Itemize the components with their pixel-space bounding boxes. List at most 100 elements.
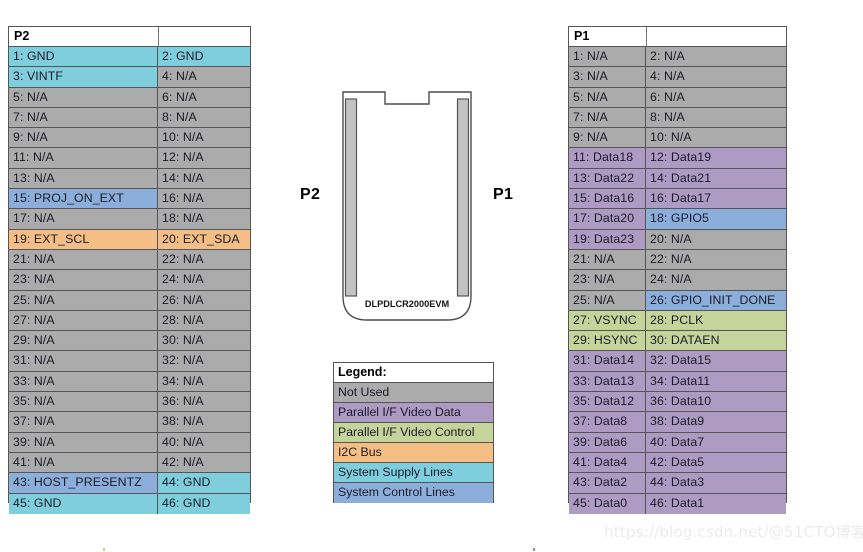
pin-cell-even: 28: PCLK	[646, 310, 786, 331]
pin-cell-odd: 37: Data8	[569, 412, 646, 432]
pin-cell-odd: 41: Data4	[569, 452, 646, 473]
pin-cell-odd: 15: PROJ_ON_EXT	[9, 189, 158, 209]
pin-row: 11: N/A 12: N/A	[9, 148, 250, 169]
pin-cell-even: 28: N/A	[158, 310, 250, 331]
pin-cell-even: 8: N/A	[646, 107, 786, 128]
board-p2-label: P2	[300, 186, 321, 203]
pin-cell-odd: 35: Data12	[569, 392, 646, 412]
pin-cell-odd: 15: Data16	[569, 189, 646, 209]
pin-cell-even: 42: Data5	[646, 452, 786, 473]
pin-row: 9: N/A 10: N/A	[569, 128, 786, 149]
pin-cell-even: 22: N/A	[158, 249, 250, 270]
pin-cell-even: 38: N/A	[158, 412, 250, 432]
pin-row: 33: Data13 34: Data11	[569, 371, 786, 393]
pin-row: 23: N/A 24: N/A	[9, 270, 250, 291]
pin-row: 25: N/A 26: GPIO_INIT_DONE	[569, 290, 786, 311]
pin-cell-odd: 13: N/A	[9, 168, 158, 189]
pin-cell-odd: 21: N/A	[9, 249, 158, 270]
pin-row: 23: N/A 24: N/A	[569, 270, 786, 291]
pin-cell-odd: 11: Data18	[569, 148, 646, 168]
p2-row-list: 1: GND 2: GND 3: VINTF 4: N/A 5: N/A 6: N/A 7:…	[9, 47, 250, 514]
pin-cell-odd: 31: Data14	[569, 351, 646, 371]
pin-row: 27: VSYNC 28: PCLK	[569, 310, 786, 332]
legend-item: Not Used	[334, 383, 493, 403]
pin-cell-even: 12: N/A	[158, 148, 250, 168]
pin-cell-odd: 19: EXT_SCL	[9, 229, 158, 249]
artifact-speck-right	[533, 548, 535, 551]
pin-cell-even: 2: GND	[158, 47, 250, 67]
artifact-speck-left	[103, 548, 105, 551]
pin-cell-odd: 33: Data13	[569, 371, 646, 392]
pin-row: 17: N/A 18: N/A	[9, 209, 250, 230]
p1-connector-graphic	[456, 98, 470, 297]
pin-row: 19: EXT_SCL 20: EXT_SDA	[9, 229, 250, 250]
pin-cell-odd: 27: VSYNC	[569, 310, 646, 331]
pin-cell-odd: 39: N/A	[9, 432, 158, 452]
pin-row: 43: HOST_PRESENTZ 44: GND	[9, 473, 250, 494]
p1-header-left-cell: P1	[569, 27, 647, 46]
p1-table-header: P1	[569, 27, 786, 47]
evm-board-illustration: DLPDLCR2000EVM	[325, 88, 505, 328]
legend-item: I2C Bus	[334, 443, 493, 463]
pin-cell-odd: 41: N/A	[9, 452, 158, 473]
pin-cell-even: 38: Data9	[646, 412, 786, 432]
p2-table-header: P2	[9, 27, 250, 47]
pin-cell-even: 40: N/A	[158, 432, 250, 452]
pin-cell-even: 42: N/A	[158, 452, 250, 473]
pin-cell-odd: 21: N/A	[569, 249, 646, 270]
pin-cell-even: 32: Data15	[646, 351, 786, 371]
legend-item: System Supply Lines	[334, 463, 493, 483]
pin-row: 5: N/A 6: N/A	[9, 87, 250, 108]
p1-row-list: 1: N/A 2: N/A 3: N/A 4: N/A 5: N/A 6: N/A 7: N…	[569, 47, 786, 514]
pin-row: 35: Data12 36: Data10	[569, 392, 786, 413]
pin-row: 7: N/A 8: N/A	[569, 107, 786, 129]
pin-row: 39: Data6 40: Data7	[569, 432, 786, 453]
pin-cell-even: 26: N/A	[158, 290, 250, 310]
board-outline-svg: DLPDLCR2000EVM	[342, 91, 472, 321]
p1-table-title: P1	[574, 29, 590, 43]
pin-cell-odd: 29: HSYNC	[569, 331, 646, 351]
pin-cell-even: 6: N/A	[646, 87, 786, 107]
pin-row: 21: N/A 22: N/A	[569, 249, 786, 271]
p2-connector-graphic	[344, 98, 358, 297]
pin-cell-even: 18: N/A	[158, 209, 250, 229]
p2-header-left-cell: P2	[9, 27, 159, 46]
pin-row: 37: N/A 38: N/A	[9, 412, 250, 433]
pin-cell-even: 6: N/A	[158, 87, 250, 107]
pin-cell-odd: 45: GND	[9, 493, 158, 514]
pin-row: 17: Data20 18: GPIO5	[569, 209, 786, 230]
pin-row: 1: N/A 2: N/A	[569, 47, 786, 68]
pin-row: 5: N/A 6: N/A	[569, 87, 786, 108]
pin-cell-even: 32: N/A	[158, 351, 250, 371]
pin-row: 41: N/A 42: N/A	[9, 452, 250, 474]
pin-row: 13: Data22 14: Data21	[569, 168, 786, 190]
pin-cell-even: 10: N/A	[158, 128, 250, 148]
pin-row: 15: Data16 16: Data17	[569, 189, 786, 210]
legend-title: Legend:	[334, 363, 493, 383]
pin-cell-even: 12: Data19	[646, 148, 786, 168]
legend-item: System Control Lines	[334, 483, 493, 503]
pin-cell-even: 40: Data7	[646, 432, 786, 452]
pin-row: 7: N/A 8: N/A	[9, 107, 250, 129]
pin-cell-odd: 29: N/A	[9, 331, 158, 351]
pin-cell-even: 46: GND	[158, 493, 250, 514]
pin-cell-odd: 1: N/A	[569, 47, 646, 67]
pin-row: 45: GND 46: GND	[9, 493, 250, 514]
pin-row: 37: Data8 38: Data9	[569, 412, 786, 433]
pin-cell-even: 4: N/A	[158, 67, 250, 87]
pin-cell-even: 36: Data10	[646, 392, 786, 412]
board-silkscreen-label: DLPDLCR2000EVM	[365, 299, 450, 309]
pin-row: 13: N/A 14: N/A	[9, 168, 250, 190]
pin-cell-odd: 7: N/A	[9, 107, 158, 128]
pin-cell-even: 18: GPIO5	[646, 209, 786, 229]
pin-cell-odd: 9: N/A	[9, 128, 158, 148]
pin-row: 27: N/A 28: N/A	[9, 310, 250, 332]
pin-cell-odd: 27: N/A	[9, 310, 158, 331]
pin-cell-odd: 23: N/A	[569, 270, 646, 290]
pin-row: 29: N/A 30: N/A	[9, 331, 250, 352]
pin-cell-odd: 45: Data0	[569, 493, 646, 514]
pin-row: 3: VINTF 4: N/A	[9, 67, 250, 88]
legend-item: Parallel I/F Video Control	[334, 423, 493, 443]
pin-cell-even: 30: DATAEN	[646, 331, 786, 351]
pin-row: 29: HSYNC 30: DATAEN	[569, 331, 786, 352]
